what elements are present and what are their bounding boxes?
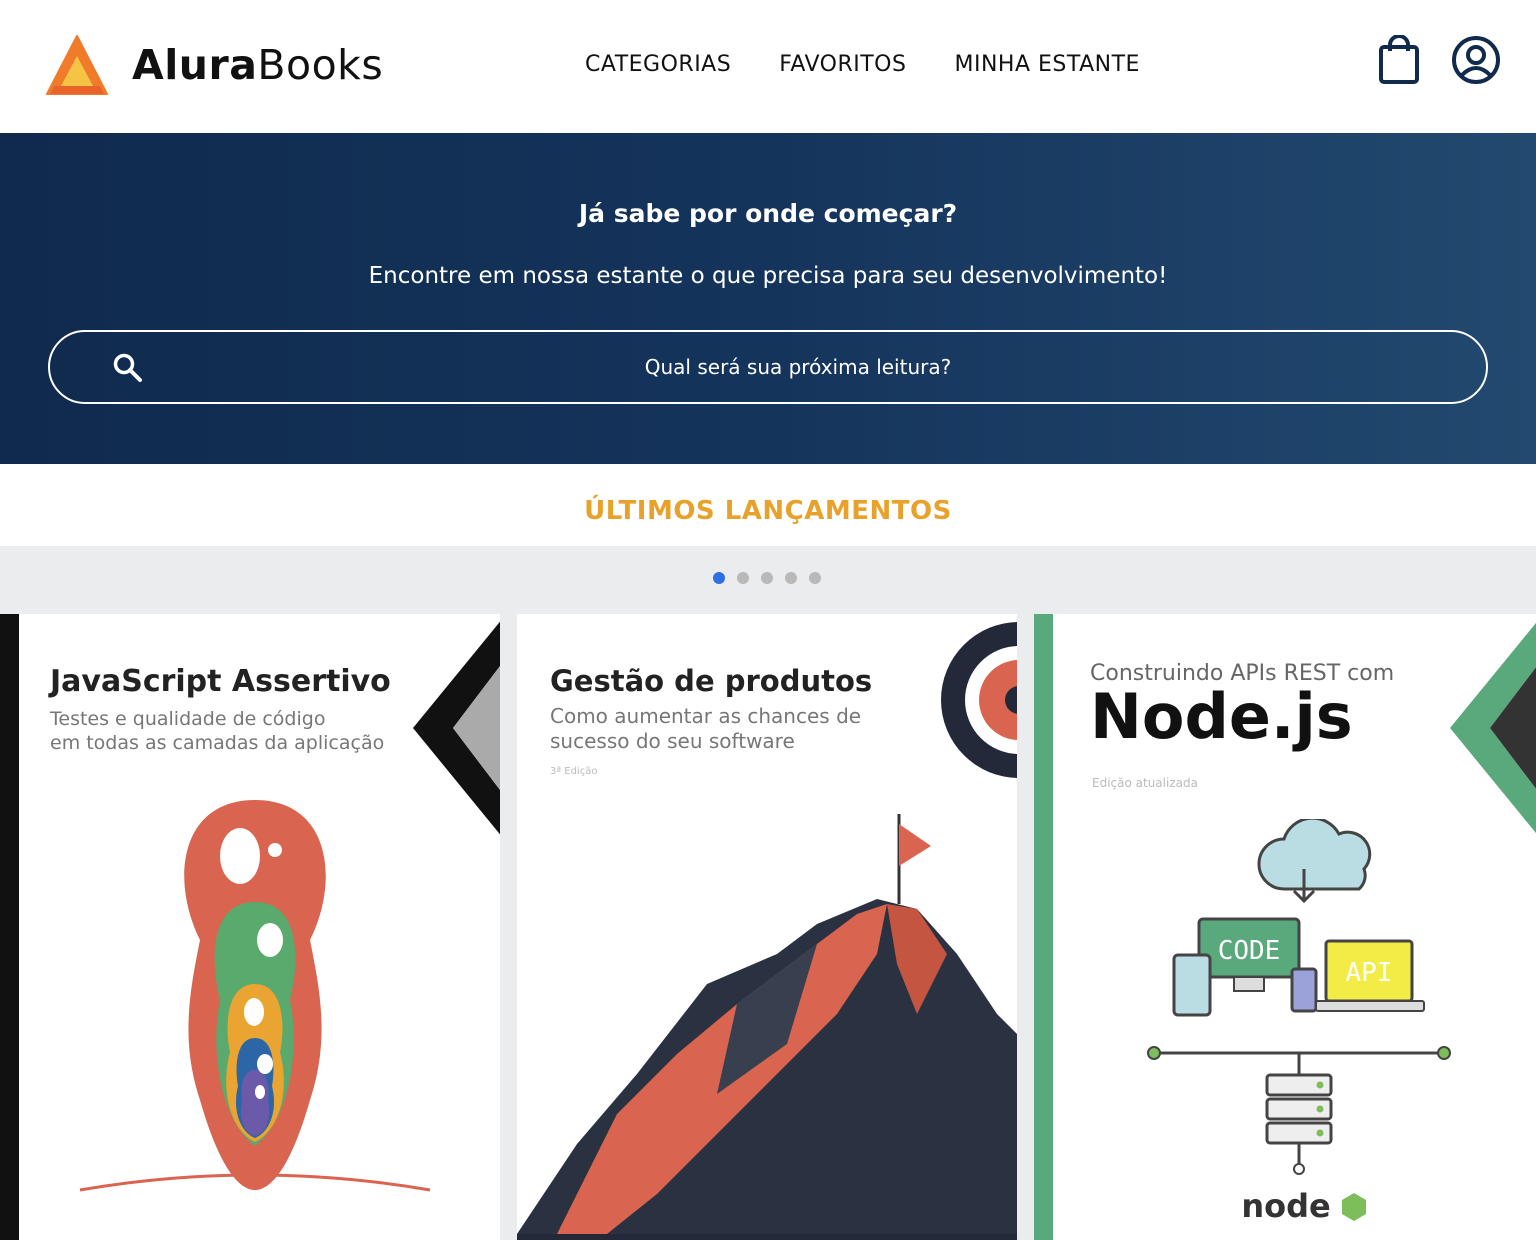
nav-item-minha-estante[interactable]: MINHA ESTANTE xyxy=(954,52,1139,77)
section-title: ÚLTIMOS LANÇAMENTOS xyxy=(584,496,952,526)
mountain-flag-illustration xyxy=(517,814,1017,1240)
search-input[interactable] xyxy=(170,332,1426,402)
chevron-left-icon xyxy=(1450,622,1536,834)
book-card-nodejs[interactable]: Construindo APIs REST com Node.js Edição… xyxy=(1034,614,1536,1240)
book-title: Gestão de produtos xyxy=(550,664,873,698)
nesting-dolls-illustration xyxy=(79,800,431,1192)
book-card-gestao-de-produtos[interactable]: Gestão de produtos Como aumentar as chan… xyxy=(517,614,1017,1240)
carousel-dot-1[interactable] xyxy=(713,572,725,584)
user-profile-icon[interactable] xyxy=(1450,34,1502,86)
book-subtitle: Como aumentar as chances de sucesso do s… xyxy=(550,704,862,753)
book-title: Node.js xyxy=(1090,680,1353,753)
hero-subtitle: Encontre em nossa estante o que precisa … xyxy=(368,263,1168,289)
book-edition: 3ª Edição xyxy=(550,766,598,777)
header-actions xyxy=(1378,34,1502,86)
api-label: API xyxy=(1346,958,1393,988)
carousel-dot-2[interactable] xyxy=(737,572,749,584)
book-title: JavaScript Assertivo xyxy=(50,664,391,699)
carousel-dot-3[interactable] xyxy=(761,572,773,584)
brand-name: AluraBooks xyxy=(132,40,384,89)
nav-item-favoritos[interactable]: FAVORITOS xyxy=(779,52,906,77)
book-carousel: JavaScript Assertivo Testes e qualidade … xyxy=(0,546,1536,1240)
brand-logo[interactable]: AluraBooks xyxy=(46,34,383,96)
carousel-dots xyxy=(713,572,821,584)
carousel-dot-4[interactable] xyxy=(785,572,797,584)
shopping-bag-icon[interactable] xyxy=(1378,35,1420,85)
nav-item-categorias[interactable]: CATEGORIAS xyxy=(585,52,731,77)
node-logo-text: node xyxy=(1241,1187,1330,1225)
search-icon[interactable] xyxy=(112,352,144,384)
search-bar xyxy=(48,330,1488,404)
book-spine xyxy=(0,614,19,1240)
target-graphic xyxy=(941,622,1017,778)
site-header: AluraBooks CATEGORIAS FAVORITOS MINHA ES… xyxy=(0,0,1536,133)
carousel-dot-5[interactable] xyxy=(809,572,821,584)
hero-title: Já sabe por onde começar? xyxy=(578,199,958,228)
api-network-illustration: CODE API node xyxy=(1147,819,1451,1225)
book-spine xyxy=(1034,614,1053,1240)
book-edition: Edição atualizada xyxy=(1092,776,1198,790)
book-subtitle: Testes e qualidade de código em todas as… xyxy=(50,708,385,754)
hero-banner: Já sabe por onde começar? Encontre em no… xyxy=(0,133,1536,464)
main-nav: CATEGORIAS FAVORITOS MINHA ESTANTE xyxy=(585,52,1140,77)
logo-triangle-icon xyxy=(46,35,108,95)
code-label: CODE xyxy=(1218,936,1281,966)
book-card-javascript-assertivo[interactable]: JavaScript Assertivo Testes e qualidade … xyxy=(0,614,500,1240)
